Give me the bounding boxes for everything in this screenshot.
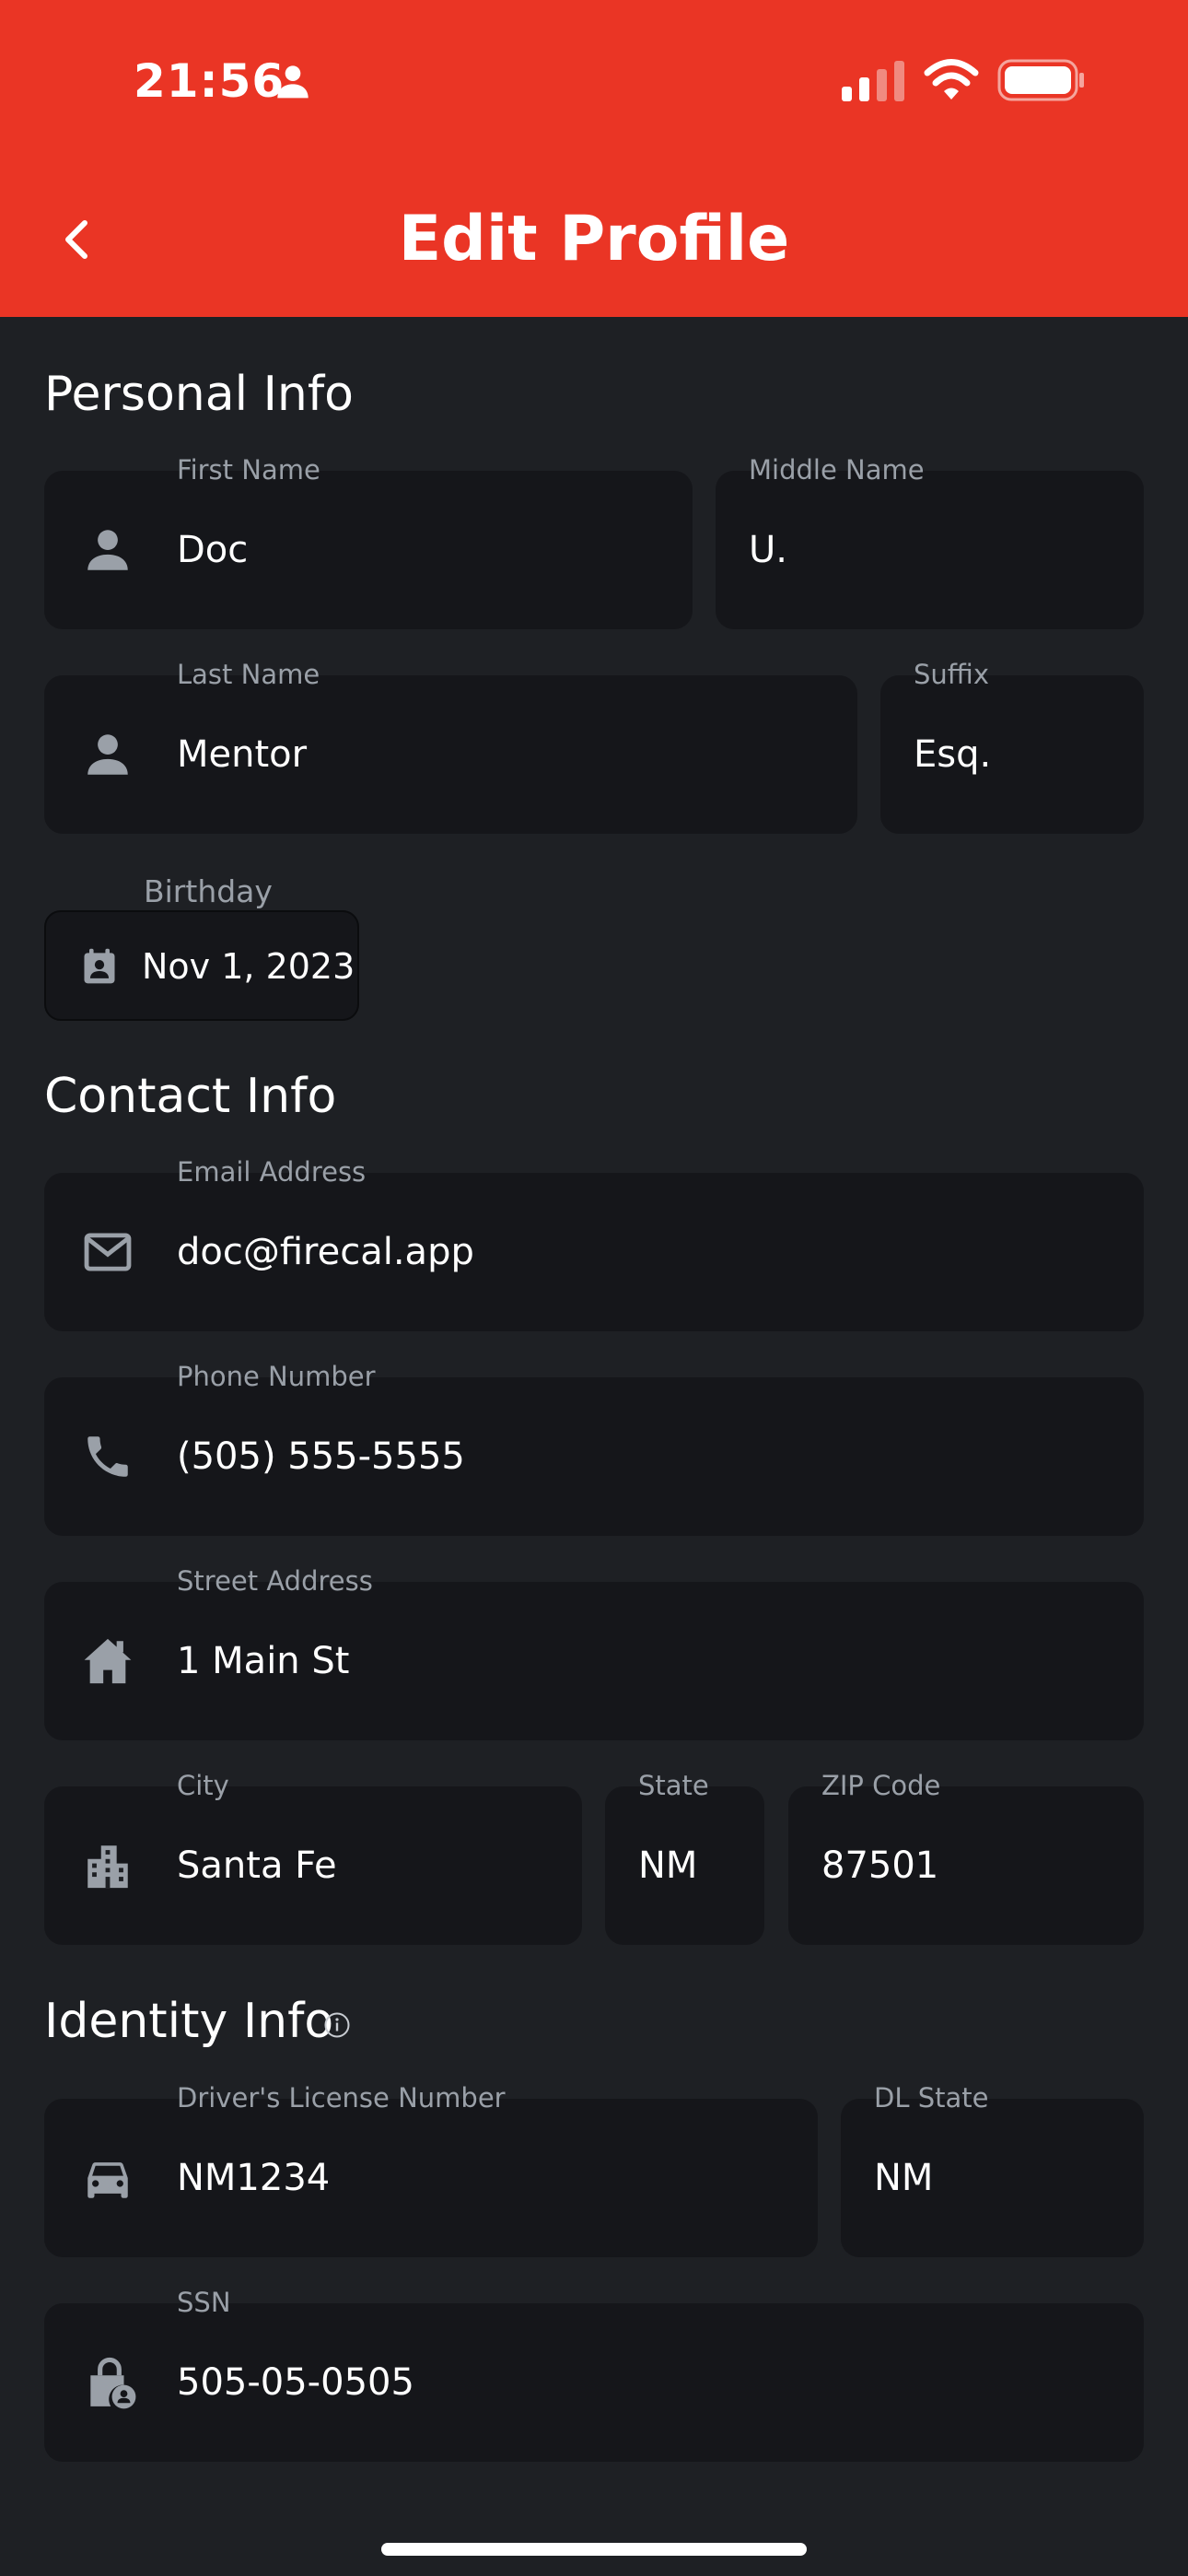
phone-icon (81, 1430, 134, 1483)
section-title-identity: Identity Info (44, 1994, 334, 2049)
drivers-license-value: NM1234 (177, 2157, 331, 2199)
last-name-label: Last Name (177, 659, 320, 690)
app-header: 21:56 Edit Profile (0, 0, 1188, 317)
home-indicator[interactable] (381, 2543, 807, 2556)
middle-name-value: U. (749, 529, 787, 571)
calendar-contact-icon (79, 946, 120, 987)
phone-value: (505) 555-5555 (177, 1435, 465, 1478)
middle-name-field[interactable]: U. (716, 471, 1144, 629)
lock-person-icon (81, 2354, 138, 2411)
drivers-license-label: Driver's License Number (177, 2082, 506, 2113)
ssn-field[interactable]: 505-05-0505 (44, 2303, 1144, 2462)
person-icon (81, 523, 134, 577)
drivers-license-field[interactable]: NM1234 (44, 2099, 818, 2257)
birthday-picker-button[interactable]: Nov 1, 2023 (44, 910, 359, 1021)
first-name-value: Doc (177, 529, 249, 571)
person-icon (274, 63, 311, 100)
zip-code-field[interactable]: 87501 (788, 1786, 1144, 1945)
dl-state-field[interactable]: NM (841, 2099, 1144, 2257)
info-circle-icon[interactable] (323, 2011, 351, 2039)
dl-state-value: NM (874, 2157, 934, 2199)
middle-name-label: Middle Name (749, 454, 925, 486)
email-value: doc@firecal.app (177, 1231, 474, 1273)
mail-icon (81, 1225, 134, 1279)
ssn-label: SSN (177, 2287, 231, 2318)
suffix-field[interactable]: Esq. (880, 675, 1144, 834)
street-address-value: 1 Main St (177, 1640, 350, 1682)
email-label: Email Address (177, 1156, 367, 1188)
phone-field[interactable]: (505) 555-5555 (44, 1377, 1144, 1536)
state-label: State (638, 1770, 709, 1801)
ssn-value: 505-05-0505 (177, 2361, 414, 2404)
zip-code-value: 87501 (821, 1844, 939, 1887)
first-name-label: First Name (177, 454, 320, 486)
dl-state-label: DL State (874, 2082, 989, 2113)
city-value: Santa Fe (177, 1844, 337, 1887)
last-name-value: Mentor (177, 733, 308, 776)
building-icon (81, 1839, 134, 1892)
street-address-label: Street Address (177, 1565, 373, 1597)
car-icon (81, 2151, 134, 2205)
phone-label: Phone Number (177, 1361, 376, 1392)
city-label: City (177, 1770, 229, 1801)
state-value: NM (638, 1844, 698, 1887)
house-icon (81, 1634, 134, 1688)
section-title-personal: Personal Info (44, 367, 354, 422)
status-time: 21:56 (134, 54, 285, 108)
section-title-contact: Contact Info (44, 1069, 337, 1124)
person-icon (81, 728, 134, 781)
street-address-field[interactable]: 1 Main St (44, 1582, 1144, 1740)
wifi-icon (924, 57, 979, 101)
birthday-label: Birthday (144, 873, 273, 909)
zip-code-label: ZIP Code (821, 1770, 941, 1801)
suffix-value: Esq. (914, 733, 992, 776)
suffix-label: Suffix (914, 659, 989, 690)
city-field[interactable]: Santa Fe (44, 1786, 582, 1945)
cellular-signal-icon (842, 61, 904, 101)
first-name-field[interactable]: Doc (44, 471, 693, 629)
email-field[interactable]: doc@firecal.app (44, 1173, 1144, 1331)
page-title: Edit Profile (398, 203, 790, 275)
battery-icon (997, 59, 1086, 101)
state-field[interactable]: NM (605, 1786, 764, 1945)
birthday-value: Nov 1, 2023 (142, 946, 355, 987)
last-name-field[interactable]: Mentor (44, 675, 857, 834)
